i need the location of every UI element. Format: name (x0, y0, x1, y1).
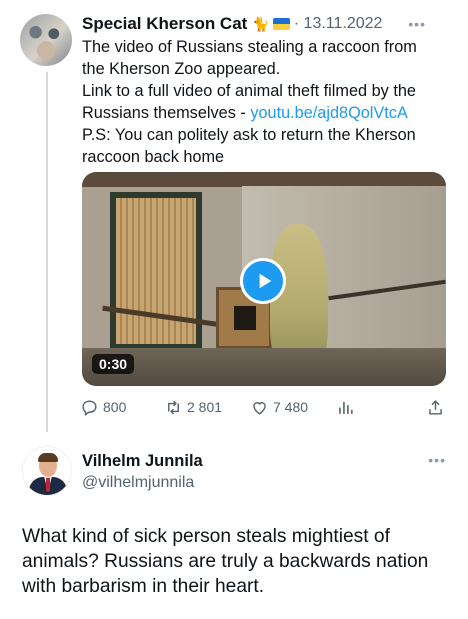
share-button[interactable] (426, 396, 445, 418)
retweet-button[interactable]: 2 801 (164, 396, 222, 418)
like-count: 7 480 (273, 399, 309, 415)
video-duration: 0:30 (92, 354, 135, 374)
tweet-text-line: with barbarism in their heart. (22, 576, 265, 597)
tweet-text-fragment: Russians themselves - (82, 104, 251, 122)
play-button[interactable] (240, 258, 286, 304)
tweet-actions: 800 2 801 7 480 (80, 396, 450, 420)
retweet-count: 2 801 (187, 399, 223, 415)
like-button[interactable]: 7 480 (250, 396, 308, 418)
more-options-icon[interactable]: ••• (428, 452, 446, 468)
tweet-text-line: P.S: You can politely ask to return the … (82, 126, 416, 144)
avatar-hair (38, 453, 58, 462)
reply-count: 800 (103, 399, 127, 415)
video-player[interactable]: 0:30 (82, 172, 446, 386)
video-frame-floor (82, 348, 446, 386)
tweet-text-line: Russians themselves - youtu.be/ajd8QolVt… (82, 102, 452, 124)
author-handle[interactable]: @vilhelmjunnila (82, 474, 194, 492)
share-icon (429, 399, 442, 415)
avatar-tie (46, 478, 50, 491)
author-name[interactable]: Special Kherson Cat (82, 14, 247, 34)
views-button[interactable] (336, 396, 355, 418)
tweet-text-line: raccoon back home (82, 148, 225, 166)
cat-emoji-icon: 🐈 (252, 15, 270, 32)
video-frame-box-hole (234, 306, 256, 330)
tweet-text-line: What kind of sick person steals mighties… (22, 526, 390, 547)
tweet-header: Special Kherson Cat 🐈 · 13.11.2022 ••• (82, 12, 448, 36)
reply-button[interactable]: 800 (80, 396, 126, 418)
tweet-text-line: animals? Russians are truly a backwards … (22, 551, 429, 572)
video-link[interactable]: youtu.be/ajd8QolVtcA (250, 104, 408, 122)
views-chart-icon (339, 401, 353, 414)
ukraine-flag-icon (272, 18, 290, 30)
video-frame-door (110, 192, 202, 350)
reply-icon (82, 399, 97, 416)
tweet-text: What kind of sick person steals mighties… (22, 524, 452, 599)
thread-line (46, 72, 48, 432)
play-icon (259, 273, 271, 289)
tweet-date[interactable]: · 13.11.2022 (294, 15, 383, 33)
author-name[interactable]: Vilhelm Junnila (82, 452, 203, 471)
tweet-text-line: The video of Russians stealing a raccoon… (82, 38, 417, 56)
tweet-text-line: the Kherson Zoo appeared. (82, 60, 281, 78)
heart-icon (253, 401, 266, 415)
avatar[interactable] (22, 446, 72, 496)
tweet-text: The video of Russians stealing a raccoon… (82, 36, 452, 168)
retweet-icon (168, 400, 179, 414)
avatar[interactable] (20, 14, 72, 66)
more-options-icon[interactable]: ••• (408, 16, 426, 32)
tweet-text-line: Link to a full video of animal theft fil… (82, 82, 416, 100)
